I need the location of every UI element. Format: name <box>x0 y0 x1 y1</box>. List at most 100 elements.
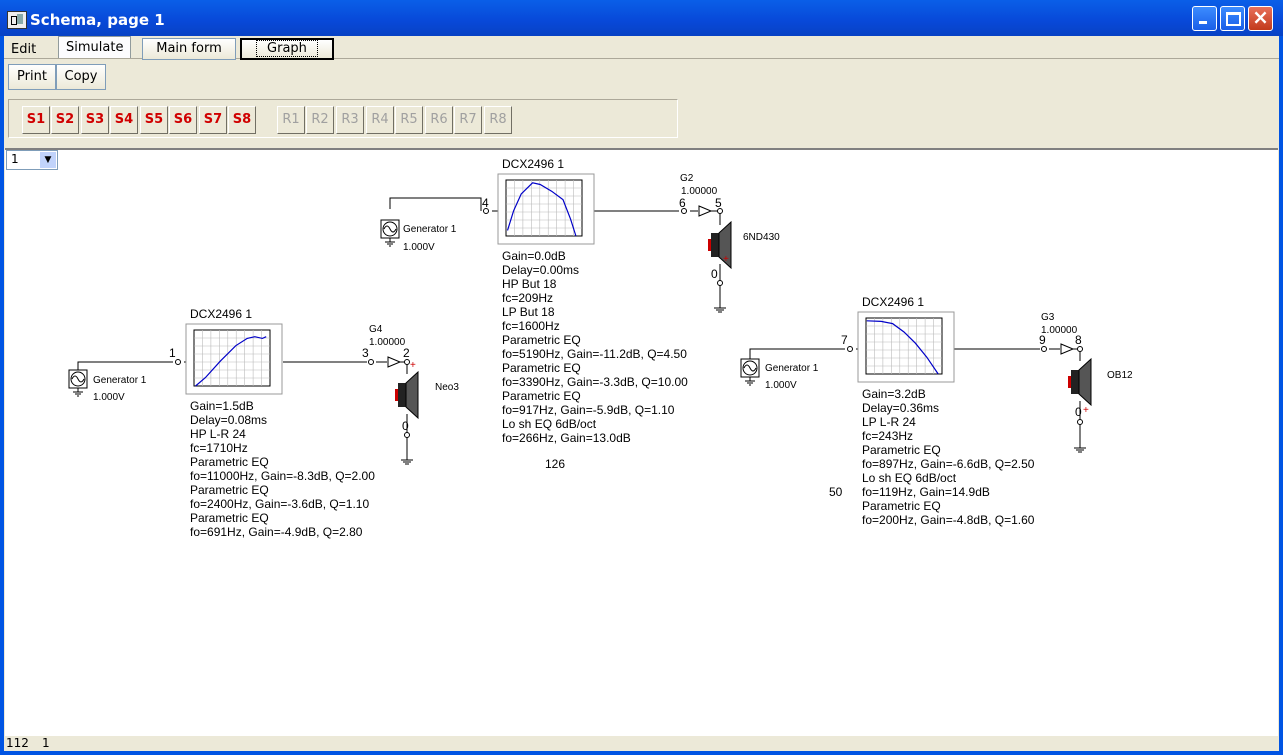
dsp-param: Lo sh EQ 6dB/oct <box>862 471 957 485</box>
preset-button-s5[interactable]: S5 <box>140 106 168 134</box>
node-label: 0 <box>711 267 718 281</box>
tab-simulate[interactable]: Simulate <box>58 36 132 58</box>
status-page: 1 <box>42 736 50 750</box>
preset-button-s4[interactable]: S4 <box>110 106 138 134</box>
generator-voltage: 1.000V <box>403 242 435 253</box>
page-select[interactable]: 1 ▼ <box>6 150 58 170</box>
preset-button-r1[interactable]: R1 <box>277 106 305 134</box>
preset-button-s8[interactable]: S8 <box>228 106 256 134</box>
dsp-param: Gain=0.0dB <box>502 249 566 263</box>
minimize-button[interactable] <box>1192 6 1217 31</box>
speaker-label: Neo3 <box>435 382 459 393</box>
dsp-param: Delay=0.36ms <box>862 401 939 415</box>
dsp-param: LP But 18 <box>502 305 555 319</box>
svg-text:+: + <box>1083 405 1089 416</box>
amp-label: G2 <box>680 173 694 184</box>
chevron-down-icon[interactable]: ▼ <box>40 152 56 168</box>
preset-button-s1[interactable]: S1 <box>22 106 50 134</box>
dsp-param: Parametric EQ <box>190 511 269 525</box>
generator-label: Generator 1 <box>403 224 457 235</box>
generator-voltage: 1.000V <box>765 380 797 391</box>
amp-gain: 1.00000 <box>1041 325 1078 336</box>
dsp-title: DCX2496 1 <box>190 307 252 321</box>
speaker-icons[interactable]: + + + <box>395 220 1092 420</box>
node-label: 1 <box>169 346 176 360</box>
dsp-param: Parametric EQ <box>862 499 941 513</box>
node-label: 4 <box>482 196 489 210</box>
dsp-param: Gain=1.5dB <box>190 399 254 413</box>
client-area: Edit Simulate Main form Graph Print Copy… <box>4 36 1279 751</box>
status-position: 112 <box>6 736 29 750</box>
dsp-param: Gain=3.2dB <box>862 387 926 401</box>
generator-voltage: 1.000V <box>93 392 125 403</box>
copy-button[interactable]: Copy <box>56 64 106 90</box>
dsp-param: Parametric EQ <box>502 361 581 375</box>
dsp-param: fc=1600Hz <box>502 319 560 333</box>
schematic-svg[interactable]: + + + DCX2496 1 4 6 5 G2 1.00000 Generator 1 1.… <box>5 150 1278 736</box>
svg-text:+: + <box>410 360 416 371</box>
speaker-label: 6ND430 <box>743 232 780 243</box>
speaker-label: OB12 <box>1107 370 1133 381</box>
close-icon: × <box>1252 5 1269 29</box>
tab-edit[interactable]: Edit <box>4 39 43 60</box>
canvas-note: 126 <box>545 457 565 471</box>
print-button[interactable]: Print <box>8 64 56 90</box>
preset-button-r4[interactable]: R4 <box>366 106 394 134</box>
title-bar[interactable]: Schema, page 1 × <box>0 0 1283 36</box>
preset-button-s7[interactable]: S7 <box>199 106 227 134</box>
preset-button-r3[interactable]: R3 <box>336 106 364 134</box>
main-form-button[interactable]: Main form <box>142 38 236 60</box>
amp-label: G3 <box>1041 312 1055 323</box>
app-icon[interactable] <box>7 11 27 29</box>
dsp-plot-ch2[interactable] <box>497 173 595 245</box>
dsp-param: HP L-R 24 <box>190 427 246 441</box>
dsp-title: DCX2496 1 <box>862 295 924 309</box>
node-label: 0 <box>402 419 409 433</box>
dsp-param: Parametric EQ <box>502 389 581 403</box>
dsp-plot-ch1[interactable] <box>185 323 283 395</box>
dsp-param: Delay=0.00ms <box>502 263 579 277</box>
dsp-title: DCX2496 1 <box>502 157 564 171</box>
dsp-param: Parametric EQ <box>862 443 941 457</box>
dsp-param: fc=209Hz <box>502 291 553 305</box>
preset-button-r6[interactable]: R6 <box>425 106 453 134</box>
close-button[interactable]: × <box>1248 5 1273 31</box>
dsp-param: fo=200Hz, Gain=-4.8dB, Q=1.60 <box>862 513 1035 527</box>
amp-gain: 1.00000 <box>369 337 406 348</box>
preset-button-r7[interactable]: R7 <box>454 106 482 134</box>
preset-button-r8[interactable]: R8 <box>484 106 512 134</box>
dsp-param: fo=119Hz, Gain=14.9dB <box>862 485 990 499</box>
dsp-param: fo=11000Hz, Gain=-8.3dB, Q=2.00 <box>190 469 375 483</box>
canvas-note: 50 <box>829 485 843 499</box>
dsp-param: fo=691Hz, Gain=-4.9dB, Q=2.80 <box>190 525 363 539</box>
dsp-param: LP L-R 24 <box>862 415 916 429</box>
dsp-param: Lo sh EQ 6dB/oct <box>502 417 597 431</box>
window-title: Schema, page 1 <box>30 11 165 29</box>
node-label: 7 <box>841 333 848 347</box>
dsp-param: fc=243Hz <box>862 429 913 443</box>
node-label: 0 <box>1075 405 1082 419</box>
schematic-canvas[interactable]: + + + DCX2496 1 4 6 5 G2 1.00000 Generator 1 1.… <box>5 148 1278 736</box>
page-select-value: 1 <box>11 152 19 166</box>
dsp-param: fo=2400Hz, Gain=-3.6dB, Q=1.10 <box>190 497 369 511</box>
preset-button-r2[interactable]: R2 <box>306 106 334 134</box>
preset-button-s2[interactable]: S2 <box>51 106 79 134</box>
preset-button-s6[interactable]: S6 <box>169 106 197 134</box>
maximize-button[interactable] <box>1220 6 1245 31</box>
dsp-param: Parametric EQ <box>502 333 581 347</box>
generator-label: Generator 1 <box>765 363 819 374</box>
node-label: 5 <box>715 196 722 210</box>
node-label: 2 <box>403 346 410 360</box>
dsp-param: fo=917Hz, Gain=-5.9dB, Q=1.10 <box>502 403 675 417</box>
graph-button[interactable]: Graph <box>240 38 334 60</box>
preset-button-s3[interactable]: S3 <box>81 106 109 134</box>
graph-button-label: Graph <box>256 40 318 57</box>
preset-button-r5[interactable]: R5 <box>395 106 423 134</box>
dsp-param: Parametric EQ <box>190 483 269 497</box>
dsp-param: fo=897Hz, Gain=-6.6dB, Q=2.50 <box>862 457 1035 471</box>
dsp-param: fo=3390Hz, Gain=-3.3dB, Q=10.00 <box>502 375 688 389</box>
dsp-param: fo=266Hz, Gain=13.0dB <box>502 431 631 445</box>
dsp-param: fo=5190Hz, Gain=-11.2dB, Q=4.50 <box>502 347 687 361</box>
status-bar: 112 1 <box>4 735 1279 751</box>
dsp-plot-ch3[interactable] <box>857 311 955 383</box>
